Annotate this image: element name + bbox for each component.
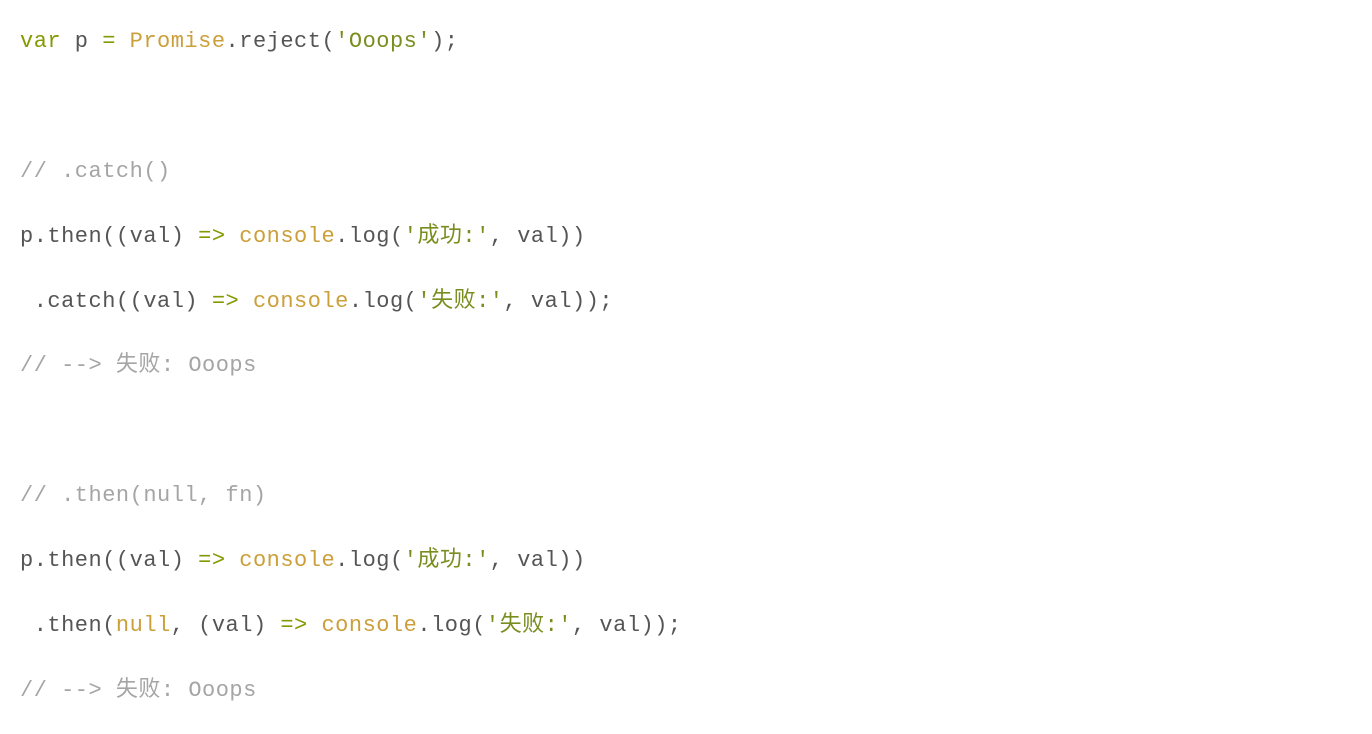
code-text <box>239 289 253 314</box>
code-text: p.then((val) <box>20 224 198 249</box>
code-text: , val)); <box>504 289 614 314</box>
code-text: ); <box>431 29 458 54</box>
keyword-var: var <box>20 29 61 54</box>
code-comment: // .catch() <box>20 159 171 184</box>
identifier-console: console <box>321 613 417 638</box>
code-comment: // --> 失败: Ooops <box>20 678 257 703</box>
string-literal: '成功:' <box>404 548 490 573</box>
code-text <box>226 224 240 249</box>
string-literal: '成功:' <box>404 224 490 249</box>
arrow-operator: => <box>198 224 225 249</box>
code-text: , val)) <box>490 224 586 249</box>
identifier-console: console <box>253 289 349 314</box>
code-text <box>226 548 240 573</box>
code-text: .log( <box>349 289 418 314</box>
code-text: p <box>61 29 102 54</box>
arrow-operator: => <box>212 289 239 314</box>
code-comment: // .then(null, fn) <box>20 483 267 508</box>
code-text: , val)) <box>490 548 586 573</box>
code-text: .then( <box>20 613 116 638</box>
code-text <box>116 29 130 54</box>
arrow-operator: => <box>198 548 225 573</box>
arrow-operator: => <box>280 613 307 638</box>
code-text: .catch((val) <box>20 289 212 314</box>
identifier-console: console <box>239 224 335 249</box>
code-text <box>308 613 322 638</box>
code-text: p.then((val) <box>20 548 198 573</box>
keyword-null: null <box>116 613 171 638</box>
code-line-1: var p = Promise.reject('Ooops'); <box>20 29 459 54</box>
string-literal: '失败:' <box>417 289 503 314</box>
code-text: .reject( <box>226 29 336 54</box>
code-line-10: .then(null, (val) => console.log('失败:', … <box>20 613 682 638</box>
code-text: , val)); <box>572 613 682 638</box>
identifier-console: console <box>239 548 335 573</box>
code-line-4: p.then((val) => console.log('成功:', val)) <box>20 224 586 249</box>
code-text: , (val) <box>171 613 281 638</box>
code-block: var p = Promise.reject('Ooops'); // .cat… <box>20 10 1352 724</box>
code-text: .log( <box>335 548 404 573</box>
identifier-promise: Promise <box>130 29 226 54</box>
operator-assign: = <box>102 29 116 54</box>
code-comment: // --> 失败: Ooops <box>20 353 257 378</box>
code-line-9: p.then((val) => console.log('成功:', val)) <box>20 548 586 573</box>
string-literal: 'Ooops' <box>335 29 431 54</box>
code-line-5: .catch((val) => console.log('失败:', val))… <box>20 289 613 314</box>
code-text: .log( <box>417 613 486 638</box>
code-text: .log( <box>335 224 404 249</box>
string-literal: '失败:' <box>486 613 572 638</box>
